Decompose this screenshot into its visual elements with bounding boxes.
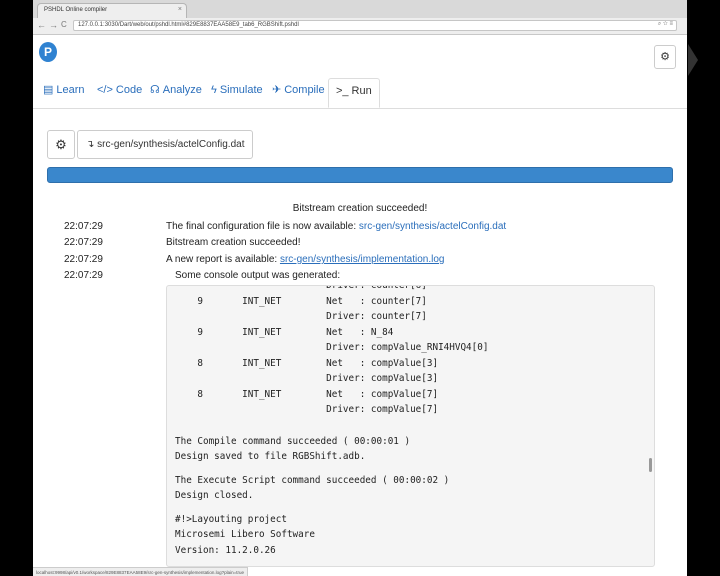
browser-status-url: localhost:9998/api/v0.1/workspace/829E88… [33,567,249,576]
console-line: Driver: counter[6] [175,285,427,291]
log-text: A new report is available: [166,254,280,265]
console-line: The Execute Script command succeeded ( 0… [175,474,450,486]
console-line: Driver: compValue[7] [175,404,439,415]
tab-simulate-label: Simulate [219,84,263,96]
browser-tab-bar: PSHDL Online compiler × [33,0,687,18]
main-nav-tabs: ▤ Learn </> Code ☊ Analyze ϟ Simulate ✈ Compi… [33,74,687,109]
tab-code[interactable]: </> Code [97,80,142,108]
stethoscope-icon: ☊ [150,84,160,96]
next-arrow-icon [688,44,698,76]
browser-tab[interactable]: PSHDL Online compiler × [37,3,187,18]
console-line: 9 INT_NET Net : N_84 [175,326,394,338]
log-time: 22:07:29 [64,221,103,232]
console-line: Design closed. [175,490,254,501]
rocket-icon: ✈ [272,84,282,96]
address-url: 127.0.0.1:3030/Dart/web/out/pshdl.html#8… [78,22,299,28]
address-icons[interactable]: ⌕ ☆ ≡ [658,21,673,28]
log-message: A new report is available: src-gen/synth… [166,254,444,265]
terminal-icon: >_ [336,85,349,97]
console-line: Driver: compValue_RNI4HVQ4[0] [175,342,489,353]
config-file-download-button[interactable]: ↴ src-gen/synthesis/actelConfig.dat [77,130,254,159]
back-arrow-icon[interactable]: ← [37,20,46,30]
download-arrow-icon: ↴ [86,139,95,150]
console-line: The Compile command succeeded ( 00:00:01… [175,435,411,447]
pshdl-logo[interactable]: P [39,42,57,62]
tab-close-icon[interactable]: × [178,6,182,13]
tab-compile[interactable]: ✈ Compile [272,80,325,108]
console-line: 9 INT_NET Net : counter[7] [175,295,427,307]
reload-icon[interactable]: C [61,20,67,29]
log-time: 22:07:29 [64,254,103,265]
log-message: Bitstream creation succeeded! [166,237,301,248]
settings-gear-icon[interactable]: ⚙ [654,45,676,69]
log-time: 22:07:29 [64,270,103,281]
tab-run-label: Run [351,85,372,97]
tab-analyze[interactable]: ☊ Analyze [150,80,202,108]
status-title: Bitstream creation succeeded! [292,203,428,214]
console-line: Version: 11.2.0.26 [175,544,276,556]
console-line: #!>Layouting project [175,513,287,525]
browser-window: PSHDL Online compiler × ← → C 127.0.0.1:… [33,0,687,576]
console-scrollbar[interactable] [649,458,652,472]
forward-arrow-icon[interactable]: → [49,20,58,30]
console-line: Design saved to file RGBShift.adb. [175,451,366,462]
console-line: 8 INT_NET Net : compValue[7] [175,388,439,400]
tab-analyze-label: Analyze [162,84,202,96]
log-time: 22:07:29 [64,237,103,248]
tab-learn-label: Learn [56,84,85,96]
run-progress-bar [47,167,673,183]
tab-run[interactable]: >_ Run [328,78,380,108]
book-icon: ▤ [43,84,54,96]
tab-compile-label: Compile [284,84,325,96]
tab-code-label: Code [115,84,143,96]
address-bar[interactable]: 127.0.0.1:3030/Dart/web/out/pshdl.html#8… [73,20,677,31]
lightning-icon: ϟ [211,84,217,96]
tab-learn[interactable]: ▤ Learn [43,80,85,108]
config-file-label: src-gen/synthesis/actelConfig.dat [97,139,245,150]
run-options-gear-button[interactable]: ⚙ [47,130,75,159]
browser-toolbar: ← → C 127.0.0.1:3030/Dart/web/out/pshdl.… [33,18,687,35]
tab-title: PSHDL Online compiler [44,7,108,13]
log-message: The final configuration file is now avai… [166,221,506,232]
log-text: The final configuration file is now avai… [166,221,359,232]
console-line: Driver: compValue[3] [175,373,439,384]
config-file-link[interactable]: src-gen/synthesis/actelConfig.dat [359,221,506,232]
console-line: Microsemi Libero Software [175,529,315,540]
console-line: Driver: counter[7] [175,311,427,322]
log-message: Some console output was generated: [175,270,341,281]
console-line: 8 INT_NET Net : compValue[3] [175,357,439,369]
tab-simulate[interactable]: ϟ Simulate [211,80,263,108]
implementation-log-link[interactable]: src-gen/synthesis/implementation.log [280,254,445,265]
code-icon: </> [97,84,113,96]
console-output[interactable]: Driver: counter[6] 9 INT_NET Net : count… [166,285,655,567]
